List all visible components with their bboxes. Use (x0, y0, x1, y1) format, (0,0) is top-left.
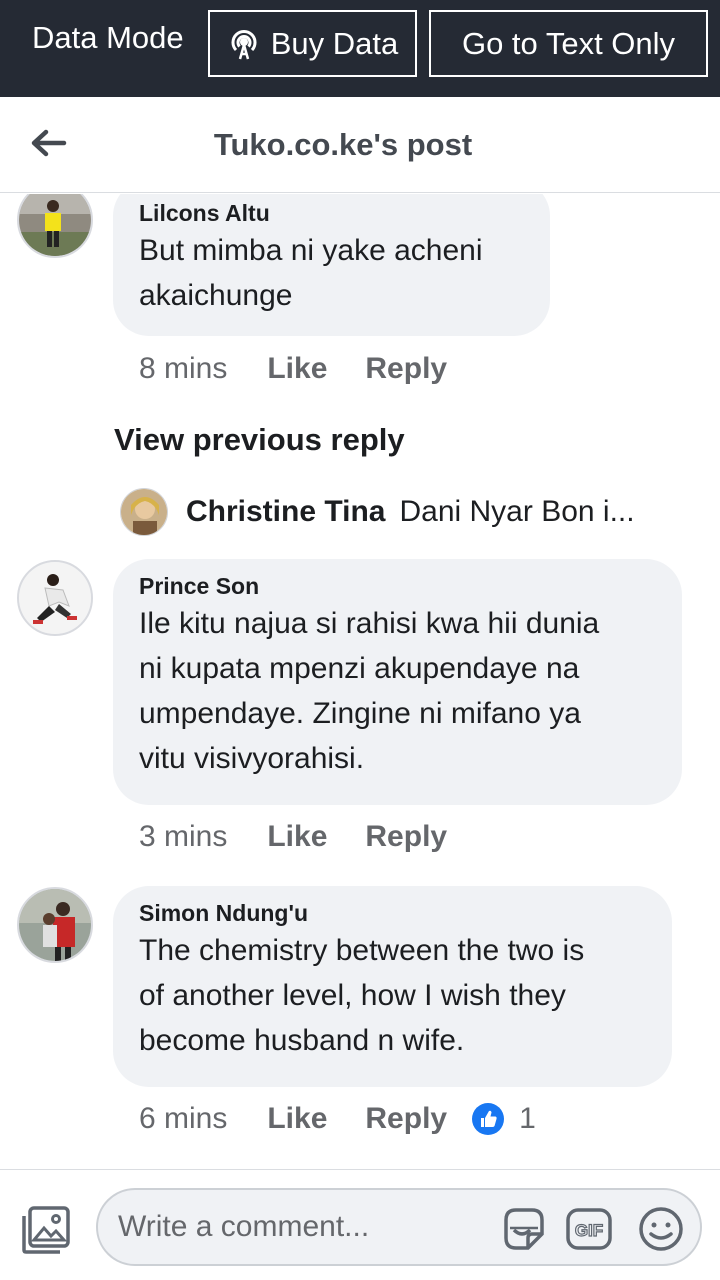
emoji-icon[interactable] (636, 1204, 686, 1254)
reply-avatar[interactable] (120, 488, 168, 536)
comments-list[interactable]: Lilcons Altu But mimba ni yake acheni ak… (0, 194, 720, 1169)
comment-actions: 6 mins Like Reply 1 (139, 1102, 536, 1136)
sticker-icon[interactable] (498, 1204, 548, 1254)
page-title: Tuko.co.ke's post (213, 127, 473, 162)
comment-time[interactable]: 3 mins (139, 820, 227, 854)
reply-snippet: Dani Nyar Bon i... (399, 495, 635, 528)
reply-button[interactable]: Reply (365, 1102, 447, 1136)
like-button[interactable]: Like (267, 820, 327, 854)
comment-line: The chemistry between the two is (139, 934, 585, 967)
comment-author[interactable]: Prince Son (139, 571, 656, 601)
photo-icon[interactable] (20, 1204, 72, 1256)
avatar[interactable] (17, 887, 93, 963)
comment-actions: 3 mins Like Reply (139, 820, 485, 854)
comment-actions: 8 mins Like Reply (139, 352, 485, 386)
comment-author[interactable]: Lilcons Altu (139, 198, 524, 228)
broadcast-icon (231, 29, 257, 59)
reply-button[interactable]: Reply (365, 820, 447, 854)
comment-text: The chemistry between the two is of anot… (139, 928, 646, 1063)
buy-data-button[interactable]: Buy Data (208, 10, 417, 77)
comment-line: ni kupata mpenzi akupendaye na (139, 652, 580, 685)
comment-time[interactable]: 8 mins (139, 352, 227, 386)
comment-bubble[interactable]: Simon Ndung'u The chemistry between the … (113, 886, 672, 1087)
comment-composer: Write a comment... GIF (0, 1169, 720, 1280)
comment-bubble[interactable]: Lilcons Altu But mimba ni yake acheni ak… (113, 194, 550, 336)
comment-bubble[interactable]: Prince Son Ile kitu najua si rahisi kwa … (113, 559, 682, 805)
view-previous-reply-link[interactable]: View previous reply (114, 422, 405, 458)
comment-input[interactable]: Write a comment... GIF (96, 1188, 702, 1266)
comment-text: Ile kitu najua si rahisi kwa hii dunia n… (139, 601, 656, 781)
reply-author[interactable]: Christine Tina (186, 495, 385, 529)
comment-line: umpendaye. Zingine ni mifano ya (139, 697, 581, 730)
comment-line: become husband n wife. (139, 1024, 465, 1057)
comment-input-placeholder: Write a comment... (118, 1210, 370, 1243)
like-button[interactable]: Like (267, 352, 327, 386)
reply-preview[interactable]: Christine Tina Dani Nyar Bon i... (120, 488, 680, 536)
text-only-label: Go to Text Only (461, 25, 676, 61)
data-mode-bar: Data Mode Buy Data Go to Text Only (0, 0, 720, 97)
reply-button[interactable]: Reply (365, 352, 447, 386)
reaction-count-value: 1 (519, 1102, 536, 1135)
comment-line: akaichunge (139, 279, 293, 312)
thumbs-up-icon (472, 1103, 505, 1135)
like-button[interactable]: Like (267, 1102, 327, 1136)
comment-line: Ile kitu najua si rahisi kwa hii dunia (139, 607, 600, 640)
comment-text: But mimba ni yake acheni akaichunge (139, 228, 524, 318)
avatar[interactable] (17, 560, 93, 636)
buy-data-label: Buy Data (270, 25, 399, 61)
comment-line: of another level, how I wish they (139, 979, 566, 1012)
comment-line: But mimba ni yake acheni (139, 234, 483, 267)
gif-icon[interactable]: GIF (564, 1204, 614, 1254)
text-only-button[interactable]: Go to Text Only (429, 10, 708, 77)
comment-line: vitu visivyorahisi. (139, 742, 365, 775)
avatar[interactable] (17, 194, 93, 258)
reaction-count[interactable]: 1 (471, 1102, 536, 1136)
comment-time[interactable]: 6 mins (139, 1102, 227, 1136)
svg-text:GIF: GIF (575, 1221, 603, 1240)
comment-author[interactable]: Simon Ndung'u (139, 898, 646, 928)
data-mode-label: Data Mode (32, 20, 184, 55)
post-header: Tuko.co.ke's post (0, 97, 720, 193)
